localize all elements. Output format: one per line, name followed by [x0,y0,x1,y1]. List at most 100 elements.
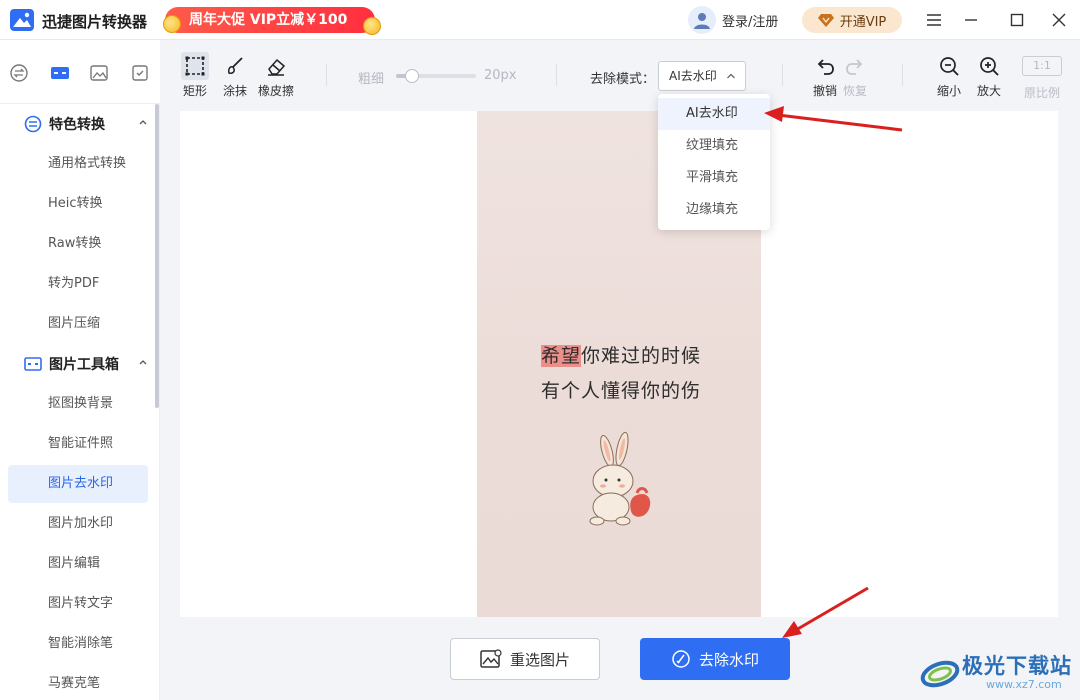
button-label: 重选图片 [509,650,570,669]
sidebar-item-eraser-pen[interactable]: 智能消除笔 [8,625,148,663]
app-logo-icon [10,9,34,31]
poem-line-2: 有个人懂得你的伤 [541,380,702,402]
dropdown-option-edge[interactable]: 边缘填充 [658,194,770,226]
rect-select-icon [181,52,209,80]
poem-line-1: 希望你难过的时候 [541,341,701,368]
remove-watermark-button[interactable]: 去除水印 [640,638,790,680]
thickness-label: 粗细 [358,72,385,87]
thickness-value: 20px [484,68,517,83]
image-icon[interactable] [88,62,110,84]
redo-button[interactable]: 恢复 [834,52,876,99]
eraser-tool-button[interactable]: 橡皮擦 [255,52,297,99]
mode-dropdown: AI去水印 纹理填充 平滑填充 边缘填充 [658,94,770,230]
eraser-icon [262,52,290,80]
login-label: 登录/注册 [722,14,779,30]
sidebar-item-compress[interactable]: 图片压缩 [8,305,148,343]
slider-knob[interactable] [405,69,419,83]
toolbar-divider [556,64,557,86]
toolbar-divider [782,64,783,86]
brush-tool-button[interactable]: 涂抹 [214,52,256,99]
sidebar-item-format-convert[interactable]: 通用格式转换 [8,145,148,183]
sidebar: 特色转换 通用格式转换 Heic转换 Raw转换 转为PDF 图片压缩 图片工具… [0,104,160,700]
app-title: 迅捷图片转换器 [42,13,148,31]
highlighted-text: 希望 [541,345,582,367]
vip-button[interactable]: 开通VIP [802,7,902,33]
sidebar-item-ocr[interactable]: 图片转文字 [8,585,148,623]
avatar-icon [688,6,716,34]
sidebar-group-label: 特色转换 [49,117,105,133]
title-bar: 迅捷图片转换器 周年大促 VIP立减￥100 登录/注册 开通VIP [0,0,1080,40]
tool-label: 放大 [976,84,1001,98]
toolbox-icon [24,355,42,373]
minimize-icon[interactable] [961,10,981,30]
toolbar-divider [902,64,903,86]
promo-banner[interactable]: 周年大促 VIP立减￥100 [163,7,381,35]
site-watermark: 极光下载站 www.xz7.com [918,646,1078,696]
sidebar-item-heic[interactable]: Heic转换 [8,185,148,223]
rabbit-illustration [589,431,651,526]
coin-icon [163,15,181,33]
button-label: 去除水印 [698,650,759,669]
convert-icon [24,115,42,133]
sidebar-group-toolbox[interactable]: 图片工具箱 [0,344,159,384]
tool-label: 恢复 [842,84,867,98]
sidebar-item-add-watermark[interactable]: 图片加水印 [8,505,148,543]
dropdown-option-smooth[interactable]: 平滑填充 [658,162,770,194]
reselect-image-button[interactable]: 重选图片 [450,638,600,680]
maximize-icon[interactable] [1007,10,1027,30]
sidebar-item-edit[interactable]: 图片编辑 [8,545,148,583]
arrow-head [782,621,802,638]
toolbox-icon[interactable] [49,62,71,84]
login-button[interactable]: 登录/注册 [688,6,778,34]
toolbar: 矩形 涂抹 橡皮擦 粗细 20px 去除模式： AI去水印 撤销 恢复 缩小 放… [160,40,1080,110]
edit-doc-icon[interactable] [129,62,151,84]
close-icon[interactable] [1049,10,1069,30]
chevron-up-icon [139,120,147,125]
diamond-icon [817,14,834,27]
coin-icon [363,17,381,35]
mode-selected-value: AI去水印 [669,69,717,83]
sidebar-group-special[interactable]: 特色转换 [0,104,159,144]
original-ratio-icon[interactable]: 1:1 [1022,56,1062,76]
canvas: 希望你难过的时候 有个人懂得你的伤 [180,111,1058,617]
sidebar-item-pdf[interactable]: 转为PDF [8,265,148,303]
menu-icon[interactable] [924,10,944,30]
sidebar-item-remove-watermark[interactable]: 图片去水印 [8,465,148,503]
toolbar-divider [326,64,327,86]
category-tabs [0,40,160,104]
image-icon [480,649,502,668]
brush-icon [221,52,249,80]
chevron-up-icon [139,360,147,365]
chevron-up-icon [727,73,735,79]
mode-label: 去除模式： [590,72,656,87]
rect-tool-button[interactable]: 矩形 [174,52,216,99]
remove-watermark-icon [672,650,690,668]
watermark-url: www.xz7.com [986,678,1062,691]
redo-icon [841,52,869,80]
original-ratio-label[interactable]: 原比例 [1021,84,1063,101]
sidebar-scrollbar[interactable] [155,104,159,408]
watermark-name: 极光下载站 [962,654,1072,678]
sidebar-item-id-photo[interactable]: 智能证件照 [8,425,148,463]
poem-text: 你难过的时候 [581,345,702,367]
mode-select[interactable]: AI去水印 [658,61,746,91]
thickness-slider[interactable] [396,69,476,83]
aurora-logo-icon [920,660,960,688]
sidebar-item-mosaic[interactable]: 马赛克笔 [8,665,148,700]
zoom-out-icon [935,52,963,80]
sidebar-item-raw[interactable]: Raw转换 [8,225,148,263]
zoom-out-button[interactable]: 缩小 [928,52,970,99]
tool-label: 矩形 [182,84,207,98]
promo-text: 周年大促 VIP立减￥100 [189,12,348,28]
zoom-in-icon [975,52,1003,80]
vip-label: 开通VIP [839,14,887,30]
convert-icon[interactable] [8,62,30,84]
tool-label: 橡皮擦 [257,84,294,98]
tool-label: 缩小 [936,84,961,98]
zoom-in-button[interactable]: 放大 [968,52,1010,99]
sidebar-item-cutout[interactable]: 抠图换背景 [8,385,148,423]
tool-label: 涂抹 [222,84,247,98]
dropdown-option-texture[interactable]: 纹理填充 [658,130,770,162]
dropdown-option-ai[interactable]: AI去水印 [658,98,770,130]
sidebar-group-label: 图片工具箱 [49,357,119,373]
